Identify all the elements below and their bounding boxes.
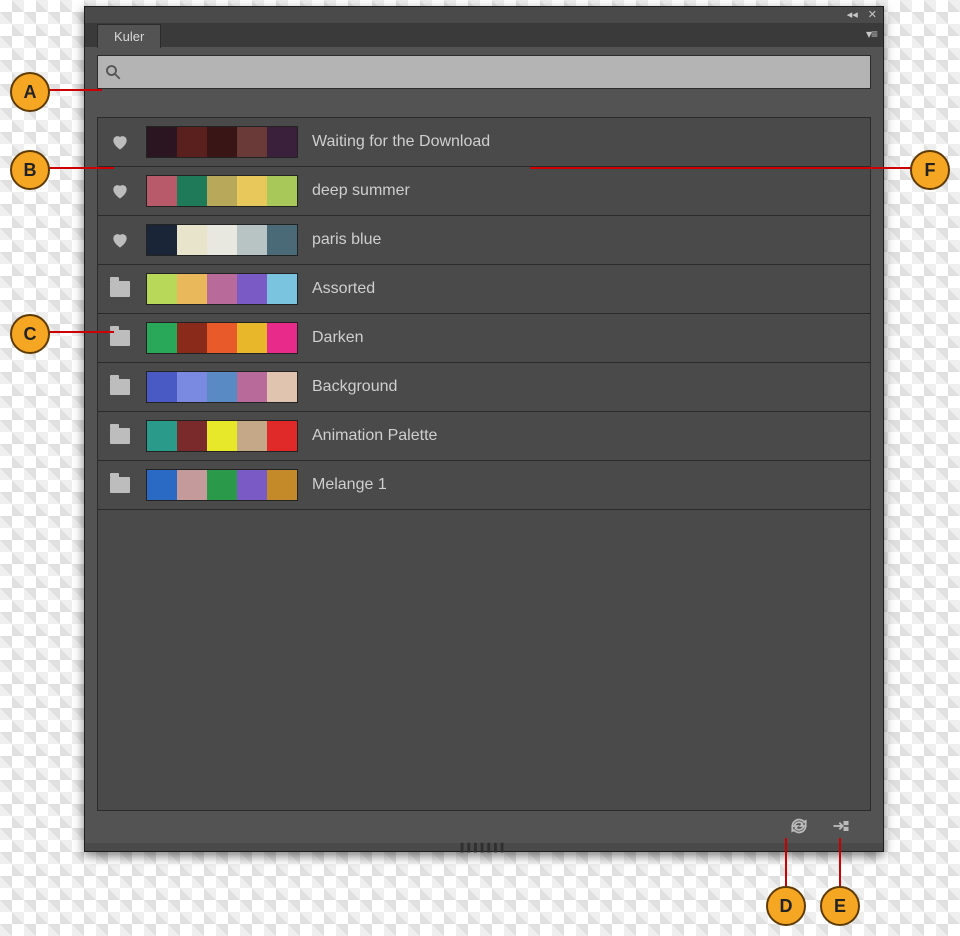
callout-E: E (820, 886, 860, 926)
theme-swatches (146, 224, 298, 256)
swatch (147, 372, 177, 402)
theme-name: deep summer (312, 182, 410, 200)
callout-A: A (10, 72, 50, 112)
theme-row[interactable]: Darken (98, 314, 870, 363)
theme-name: Background (312, 378, 397, 396)
resize-grip[interactable]: ▌▌▌▌▌▌▌ (85, 843, 883, 851)
search-bar[interactable] (97, 55, 871, 89)
swatch (267, 274, 297, 304)
swatch (237, 176, 267, 206)
heart-icon (108, 181, 132, 201)
swatch (267, 176, 297, 206)
theme-name: paris blue (312, 231, 381, 249)
theme-name: Waiting for the Download (312, 133, 490, 151)
swatch (147, 323, 177, 353)
theme-name: Assorted (312, 280, 375, 298)
heart-icon (108, 132, 132, 152)
theme-name: Darken (312, 329, 364, 347)
theme-name: Animation Palette (312, 427, 437, 445)
search-input[interactable] (126, 63, 864, 81)
swatch (207, 323, 237, 353)
theme-swatches (146, 420, 298, 452)
theme-row[interactable]: Background (98, 363, 870, 412)
swatch (267, 323, 297, 353)
theme-row[interactable]: Waiting for the Download (98, 118, 870, 167)
heart-icon (108, 230, 132, 250)
folder-icon (108, 281, 132, 297)
collapse-icon[interactable]: ◂◂ (847, 10, 858, 21)
swatch (237, 274, 267, 304)
folder-icon (108, 477, 132, 493)
swatch (147, 176, 177, 206)
theme-row[interactable]: paris blue (98, 216, 870, 265)
kuler-panel: ◂◂ ✕ Kuler ▾≡ Waiting for the Download de… (84, 6, 884, 852)
panel-menu-icon[interactable]: ▾≡ (866, 27, 877, 41)
swatch (237, 323, 267, 353)
callout-D: D (766, 886, 806, 926)
swatch (267, 225, 297, 255)
close-icon[interactable]: ✕ (868, 10, 877, 21)
theme-list: Waiting for the Download deep summer paris… (97, 117, 871, 811)
swatch (177, 470, 207, 500)
theme-row[interactable]: deep summer (98, 167, 870, 216)
swatch (207, 421, 237, 451)
theme-row[interactable]: Assorted (98, 265, 870, 314)
swatch (147, 225, 177, 255)
folder-icon (108, 379, 132, 395)
panel-titlebar: ◂◂ ✕ (85, 7, 883, 23)
theme-row[interactable]: Melange 1 (98, 461, 870, 510)
swatch (267, 421, 297, 451)
swatch (237, 127, 267, 157)
theme-swatches (146, 273, 298, 305)
add-to-swatches-icon[interactable] (831, 816, 851, 836)
swatch (237, 470, 267, 500)
swatch (237, 421, 267, 451)
tab-kuler[interactable]: Kuler (97, 24, 161, 48)
search-icon (104, 63, 122, 81)
swatch (177, 225, 207, 255)
swatch (267, 470, 297, 500)
theme-swatches (146, 322, 298, 354)
theme-swatches (146, 175, 298, 207)
swatch (147, 274, 177, 304)
theme-name: Melange 1 (312, 476, 387, 494)
theme-row[interactable]: Animation Palette (98, 412, 870, 461)
swatch (177, 274, 207, 304)
theme-swatches (146, 126, 298, 158)
swatch (207, 225, 237, 255)
list-empty-area (98, 510, 870, 810)
swatch (147, 127, 177, 157)
callout-B: B (10, 150, 50, 190)
callout-F: F (910, 150, 950, 190)
panel-tabrow: Kuler ▾≡ (85, 23, 883, 47)
swatch (177, 176, 207, 206)
swatch (207, 127, 237, 157)
swatch (177, 372, 207, 402)
swatch (207, 176, 237, 206)
swatch (267, 127, 297, 157)
swatch (267, 372, 297, 402)
swatch (147, 421, 177, 451)
swatch (177, 323, 207, 353)
folder-icon (108, 428, 132, 444)
refresh-icon[interactable] (789, 816, 809, 836)
swatch (207, 372, 237, 402)
swatch (237, 225, 267, 255)
swatch (177, 127, 207, 157)
panel-footer (97, 811, 871, 841)
swatch (207, 274, 237, 304)
swatch (207, 470, 237, 500)
theme-swatches (146, 371, 298, 403)
swatch (177, 421, 207, 451)
panel-body: Waiting for the Download deep summer paris… (97, 55, 871, 841)
theme-swatches (146, 469, 298, 501)
callout-C: C (10, 314, 50, 354)
swatch (147, 470, 177, 500)
swatch (237, 372, 267, 402)
